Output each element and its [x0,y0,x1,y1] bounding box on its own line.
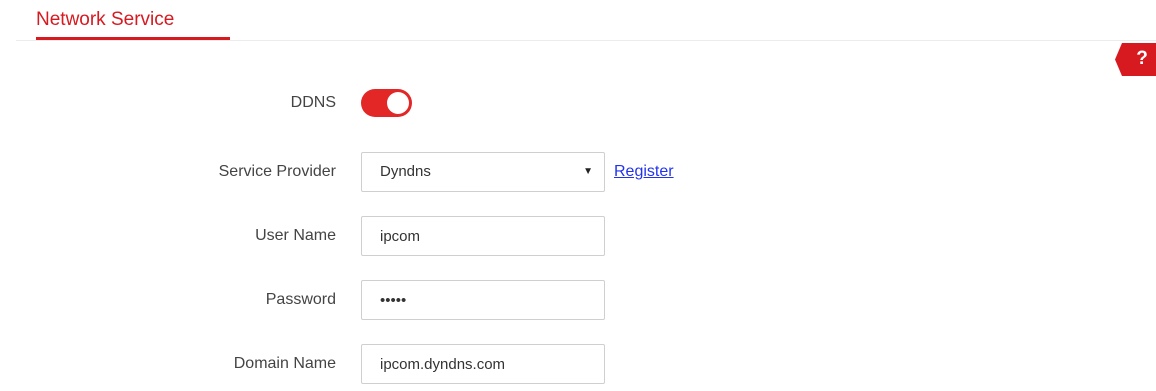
service-provider-value: Dyndns [380,163,431,180]
service-provider-label: Service Provider [218,163,336,180]
ddns-label: DDNS [290,94,336,111]
title-underline [36,37,230,40]
help-question-mark[interactable]: ? [1132,45,1152,73]
register-link[interactable]: Register [614,152,674,192]
domain-name-row: Domain Name [0,344,1156,384]
chevron-down-icon: ▼ [583,166,593,177]
user-name-label: User Name [255,227,336,244]
ddns-row: DDNS [0,83,1156,123]
domain-name-label: Domain Name [233,355,336,372]
service-provider-row: Service Provider Dyndns ▼ Register [0,152,1156,192]
user-name-row: User Name [0,216,1156,256]
user-name-input[interactable] [361,216,605,256]
settings-panel [16,0,1156,391]
domain-name-input[interactable] [361,344,605,384]
ddns-toggle[interactable] [361,89,412,117]
page-title: Network Service [36,9,175,30]
password-input[interactable] [361,280,605,320]
password-row: Password [0,280,1156,320]
toggle-knob [387,92,409,114]
password-label: Password [265,291,336,308]
service-provider-select[interactable]: Dyndns ▼ [361,152,605,192]
section-header [16,0,1156,41]
